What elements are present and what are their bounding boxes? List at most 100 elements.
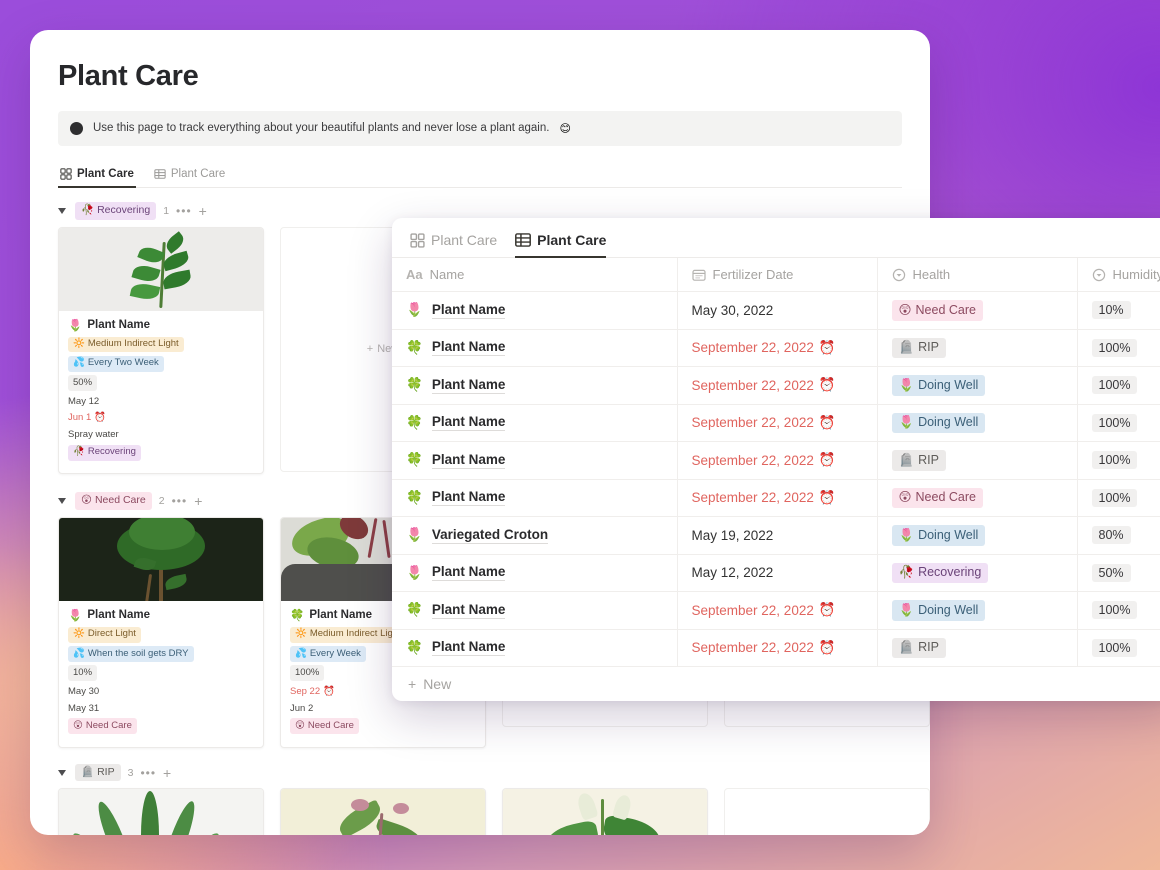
cell-fertilizer-date[interactable]: May 19, 2022 [677, 516, 878, 555]
cell-humidity[interactable]: 100% [1077, 366, 1160, 405]
cell-health[interactable]: 😲 Need Care [877, 291, 1078, 330]
cell-name[interactable]: 🌷 Plant Name [392, 291, 678, 330]
view-tab-board-label: Plant Care [77, 167, 134, 180]
table-row[interactable]: 🍀 Plant Name September 22, 2022 ⏰ 🌷 Doing W… [392, 591, 1160, 630]
table-row[interactable]: 🍀 Plant Name September 22, 2022 ⏰ 🌷 Doing W… [392, 404, 1160, 442]
cell-fertilizer-date[interactable]: September 22, 2022 ⏰ [677, 329, 878, 367]
cell-fertilizer-date[interactable]: September 22, 2022 ⏰ [677, 629, 878, 667]
cell-health[interactable]: 🪦 RIP [877, 629, 1078, 667]
table-row[interactable]: 🌷 Plant Name May 12, 2022 🥀 Recovering 50% [392, 554, 1160, 592]
cell-fertilizer-date[interactable]: September 22, 2022 ⏰ [677, 479, 878, 517]
table-add-new-row-button[interactable]: + New [392, 667, 1160, 701]
group-pill-need-care[interactable]: 😲 Need Care [75, 492, 152, 510]
cell-name[interactable]: 🌷 Plant Name [392, 554, 678, 592]
column-header-health[interactable]: Health [877, 258, 1078, 292]
cell-humidity[interactable]: 100% [1077, 329, 1160, 367]
cell-health[interactable]: 🌷 Doing Well [877, 366, 1078, 405]
cell-fertilizer-date[interactable]: September 22, 2022 ⏰ [677, 366, 878, 405]
table-row[interactable]: 🍀 Plant Name September 22, 2022 ⏰ 🪦 RIP 100… [392, 329, 1160, 367]
cell-humidity[interactable]: 100% [1077, 479, 1160, 517]
group-count: 1 [163, 204, 170, 217]
cell-humidity[interactable]: 100% [1077, 629, 1160, 667]
kanban-empty-card-slot[interactable] [724, 788, 930, 835]
alarm-clock-icon: ⏰ [818, 639, 836, 655]
title-type-icon: Aa [406, 267, 423, 282]
row-emoji-icon: 🍀 [406, 602, 423, 618]
cell-health[interactable]: 🥀 Recovering [877, 554, 1078, 592]
panel-tab-board[interactable]: Plant Care [410, 232, 497, 257]
column-header-name[interactable]: Aa Name [392, 258, 678, 292]
kanban-card[interactable] [502, 788, 708, 835]
cell-name[interactable]: 🍀 Plant Name [392, 329, 678, 367]
cell-name[interactable]: 🍀 Plant Name [392, 366, 678, 405]
kanban-card[interactable] [280, 788, 486, 835]
cell-name[interactable]: 🍀 Plant Name [392, 404, 678, 442]
group-add-card-button[interactable]: + [194, 494, 202, 508]
row-health-emoji-icon: 🌷 [898, 415, 915, 429]
group-pill-rip[interactable]: 🪦 RIP [75, 763, 121, 782]
cell-humidity[interactable]: 100% [1077, 591, 1160, 630]
row-emoji-icon: 🍀 [406, 489, 423, 505]
cell-humidity[interactable]: 80% [1077, 516, 1160, 555]
group-more-button[interactable]: ••• [140, 766, 156, 780]
cell-health[interactable]: 🪦 RIP [877, 329, 1078, 367]
alarm-clock-icon: ⏰ [94, 412, 107, 424]
card-cover-image [503, 789, 707, 835]
group-add-card-button[interactable]: + [163, 766, 171, 780]
cell-name[interactable]: 🍀 Plant Name [392, 441, 678, 480]
panel-tab-table[interactable]: Plant Care [515, 232, 607, 258]
plant-emoji-icon: 🌷 [68, 609, 83, 622]
table-row[interactable]: 🍀 Plant Name September 22, 2022 ⏰ 🌷 Doing W… [392, 366, 1160, 405]
alarm-clock-icon: ⏰ [818, 489, 836, 505]
status-emoji-icon: 😲 [295, 719, 305, 731]
table-row[interactable]: 🌷 Plant Name May 30, 2022 😲 Need Care 10% [392, 291, 1160, 330]
group-pill-recovering[interactable]: 🥀 Recovering [75, 201, 157, 220]
table-row[interactable]: 🍀 Plant Name September 22, 2022 ⏰ 😲 Need Ca… [392, 479, 1160, 517]
panel-tab-board-label: Plant Care [431, 232, 498, 248]
group-more-button[interactable]: ••• [176, 204, 192, 218]
cell-fertilizer-date[interactable]: May 30, 2022 [677, 291, 878, 330]
column-header-humidity[interactable]: Humidity [1077, 258, 1160, 292]
cell-fertilizer-date[interactable]: September 22, 2022 ⏰ [677, 441, 878, 480]
collapse-caret-icon[interactable] [58, 498, 66, 505]
cell-health[interactable]: 🪦 RIP [877, 441, 1078, 480]
group-add-card-button[interactable]: + [199, 204, 207, 218]
cell-fertilizer-date[interactable]: May 12, 2022 [677, 554, 878, 592]
cell-health[interactable]: 🌷 Doing Well [877, 516, 1078, 555]
cell-humidity[interactable]: 50% [1077, 554, 1160, 592]
kanban-card[interactable] [58, 788, 264, 835]
collapse-caret-icon[interactable] [58, 207, 66, 214]
column-header-humidity-label: Humidity [1112, 267, 1160, 282]
select-type-icon [1092, 268, 1106, 282]
column-header-fertilizer-date[interactable]: Fertilizer Date [677, 258, 878, 292]
cell-name[interactable]: 🍀 Plant Name [392, 629, 678, 667]
row-name: Plant Name [431, 639, 506, 657]
kanban-card[interactable]: 🌷 Plant Name 🔆 Medium Indirect Light 💦 E… [58, 226, 264, 475]
table-view-icon [515, 232, 532, 248]
page-title: Plant Care [58, 60, 199, 92]
cell-health[interactable]: 😲 Need Care [877, 479, 1078, 517]
cell-humidity[interactable]: 100% [1077, 404, 1160, 442]
collapse-caret-icon[interactable] [58, 769, 66, 776]
table-row[interactable]: 🍀 Plant Name September 22, 2022 ⏰ 🪦 RIP 100… [392, 441, 1160, 480]
cell-humidity[interactable]: 100% [1077, 441, 1160, 480]
card-prop-status: 😲 Need Care [290, 718, 476, 735]
cell-fertilizer-date[interactable]: September 22, 2022 ⏰ [677, 404, 878, 442]
table-row[interactable]: 🍀 Plant Name September 22, 2022 ⏰ 🪦 RIP 100… [392, 629, 1160, 667]
group-more-button[interactable]: ••• [172, 494, 188, 508]
cell-fertilizer-date[interactable]: September 22, 2022 ⏰ [677, 591, 878, 630]
group-header-recovering: 🥀 Recovering 1 ••• + [58, 201, 902, 220]
cell-humidity[interactable]: 10% [1077, 291, 1160, 330]
cell-name[interactable]: 🍀 Plant Name [392, 479, 678, 517]
cell-health[interactable]: 🌷 Doing Well [877, 404, 1078, 442]
view-tab-table[interactable]: Plant Care [152, 164, 227, 187]
table-row[interactable]: 🌷 Variegated Croton May 19, 2022 🌷 Doing W… [392, 516, 1160, 555]
cell-health[interactable]: 🌷 Doing Well [877, 591, 1078, 630]
row-health: Need Care [915, 490, 976, 504]
card-prop-date1: May 30 [68, 685, 254, 698]
sun-emoji-icon: 🔆 [73, 628, 85, 640]
view-tab-board[interactable]: Plant Care [58, 164, 136, 188]
kanban-card[interactable]: 🌷 Plant Name 🔆 Direct Light 💦 When the s… [58, 516, 264, 748]
cell-name[interactable]: 🍀 Plant Name [392, 591, 678, 630]
cell-name[interactable]: 🌷 Variegated Croton [392, 516, 678, 555]
